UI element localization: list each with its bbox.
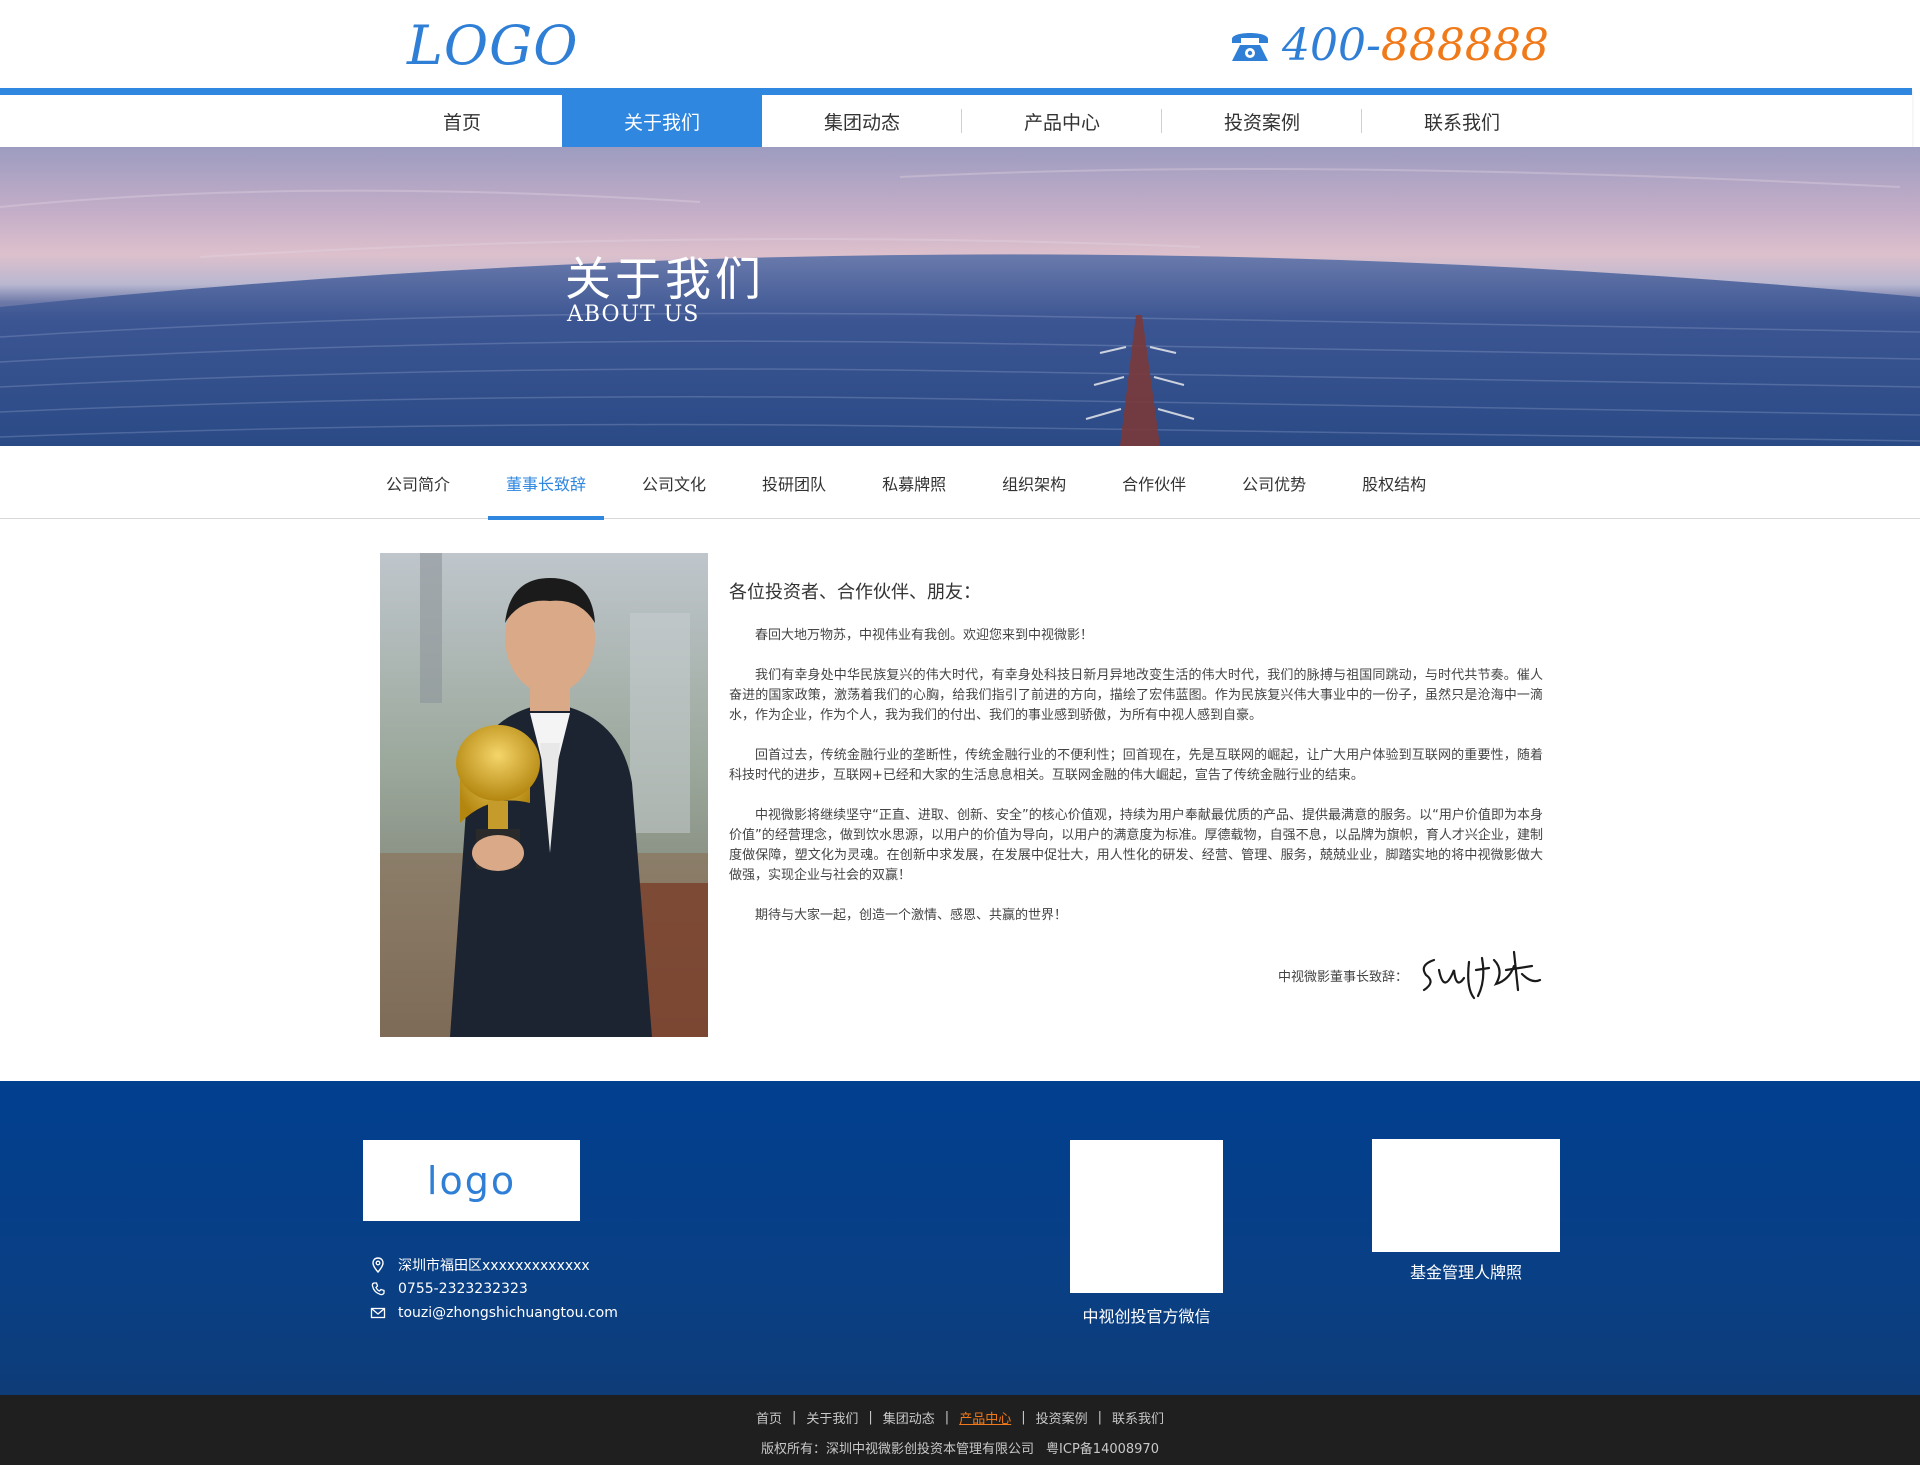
banner-title: 关于我们 [565, 252, 765, 306]
chairman-photo [380, 553, 708, 1037]
bottom-link-cases[interactable]: 投资案例 [1034, 1408, 1090, 1427]
fund-license-image [1372, 1139, 1560, 1252]
hotline-number: 888888 [1380, 20, 1549, 71]
bottom-link-about[interactable]: 关于我们 [804, 1408, 860, 1427]
wechat-qr-label: 中视创投官方微信 [1082, 1307, 1211, 1326]
nav-item-label: 首页 [442, 111, 481, 134]
copyright-text: 版权所有：深圳中视微影创投资本管理有限公司 [761, 1442, 1035, 1457]
tab-label: 投研团队 [762, 474, 827, 494]
link-separator: | [1021, 1410, 1026, 1425]
hotline: 400- 888888 [1226, 20, 1549, 71]
hotline-prefix: 400- [1282, 20, 1381, 71]
tab-equity-structure[interactable]: 股权结构 [1344, 446, 1444, 519]
site-footer: logo 深圳市福田区xxxxxxxxxxxxx 0755-2323232323… [0, 1081, 1920, 1395]
link-separator: | [944, 1410, 950, 1425]
tab-label: 公司文化 [642, 474, 707, 494]
tab-label: 私募牌照 [882, 474, 947, 494]
chairman-signature: 中视微影董事长致辞： [1278, 940, 1544, 1010]
footer-phone-text: 0755-2323232323 [398, 1281, 528, 1297]
bottom-link-home[interactable]: 首页 [754, 1408, 784, 1427]
copyright-line: 版权所有：深圳中视微影创投资本管理有限公司 粤ICP备14008970 [0, 1438, 1920, 1457]
phone-icon [371, 1282, 385, 1296]
message-paragraph: 回首过去，传统金融行业的垄断性，传统金融行业的不便利性；回首现在，先是互联网的崛… [729, 748, 1543, 783]
about-subnav: 公司简介 董事长致辞 公司文化 投研团队 私募牌照 组织架构 合作伙伴 公司优势… [0, 446, 1920, 520]
tab-advantages[interactable]: 公司优势 [1224, 446, 1324, 519]
site-logo[interactable]: LOGO [407, 14, 579, 77]
footer-address: 深圳市福田区xxxxxxxxxxxxx [370, 1253, 618, 1277]
message-paragraph: 中视微影将继续坚守“正直、进取、创新、安全”的核心价值观，持续为用户奉献最优质的… [729, 808, 1543, 883]
nav-item-label: 投资案例 [1223, 111, 1300, 134]
nav-item-news[interactable]: 集团动态 [762, 95, 962, 147]
bottom-link-contact[interactable]: 联系我们 [1110, 1408, 1166, 1427]
bottom-bar: 首页 | 关于我们 | 集团动态 | 产品中心 | 投资案例 | 联系我们 版权… [0, 1395, 1920, 1465]
tab-label: 合作伙伴 [1122, 474, 1187, 494]
mail-icon [370, 1307, 386, 1319]
nav-item-label: 联系我们 [1423, 111, 1500, 134]
main-nav: 首页 关于我们 集团动态 产品中心 投资案例 联系我们 [0, 88, 1912, 147]
link-separator: | [868, 1410, 873, 1425]
message-paragraph: 期待与大家一起，创造一个激情、感恩、共赢的世界！ [755, 908, 1068, 923]
tab-company-profile[interactable]: 公司简介 [368, 446, 468, 519]
footer-phone: 0755-2323232323 [370, 1277, 618, 1301]
tab-company-culture[interactable]: 公司文化 [624, 446, 724, 519]
sea-illustration [0, 168, 1920, 446]
footer-email-text[interactable]: touzi@zhongshichuangtou.com [398, 1305, 618, 1321]
tab-label: 组织架构 [1002, 474, 1067, 494]
tab-label: 公司简介 [386, 474, 451, 494]
footer-contacts: 深圳市福田区xxxxxxxxxxxxx 0755-2323232323 touz… [370, 1253, 618, 1325]
tab-label: 股权结构 [1362, 474, 1427, 494]
nav-item-products[interactable]: 产品中心 [962, 95, 1162, 147]
icp-number: 粤ICP备14008970 [1046, 1442, 1159, 1457]
message-greeting: 各位投资者、合作伙伴、朋友： [729, 582, 981, 603]
tab-org-structure[interactable]: 组织架构 [984, 446, 1084, 519]
handwritten-signature [1422, 950, 1542, 1000]
footer-address-text: 深圳市福田区xxxxxxxxxxxxx [398, 1258, 590, 1274]
message-paragraph: 我们有幸身处中华民族复兴的伟大时代，有幸身处科技日新月异地改变生活的伟大时代，我… [729, 668, 1543, 723]
about-subnav-list: 公司简介 董事长致辞 公司文化 投研团队 私募牌照 组织架构 合作伙伴 公司优势… [368, 446, 1464, 520]
tab-research-team[interactable]: 投研团队 [744, 446, 844, 519]
tab-partners[interactable]: 合作伙伴 [1104, 446, 1204, 519]
signature-label: 中视微影董事长致辞： [1278, 969, 1409, 985]
bottom-link-products[interactable]: 产品中心 [957, 1408, 1013, 1427]
nav-item-cases[interactable]: 投资案例 [1162, 95, 1362, 147]
bottom-links: 首页 | 关于我们 | 集团动态 | 产品中心 | 投资案例 | 联系我们 [0, 1408, 1920, 1427]
main-nav-items: 首页 关于我们 集团动态 产品中心 投资案例 联系我们 [362, 95, 1562, 147]
tab-license[interactable]: 私募牌照 [864, 446, 964, 519]
nav-item-label: 集团动态 [823, 111, 900, 134]
bottom-link-news[interactable]: 集团动态 [881, 1408, 937, 1427]
wechat-qr-code [1070, 1140, 1223, 1293]
hero-banner: 关于我们 ABOUT US [0, 147, 1920, 446]
banner-subtitle: ABOUT US [567, 302, 700, 327]
fund-license-label: 基金管理人牌照 [1409, 1263, 1522, 1282]
site-header: LOGO 400- 888888 [0, 0, 1920, 88]
chairman-message: 各位投资者、合作伙伴、朋友： 春回大地万物苏，中视伟业有我创。欢迎您来到中视微影… [729, 578, 1543, 946]
tab-chairman-message[interactable]: 董事长致辞 [488, 446, 605, 520]
telephone-icon [1232, 32, 1268, 61]
location-pin-icon [372, 1257, 384, 1273]
tab-label: 公司优势 [1242, 474, 1307, 494]
nav-item-label: 产品中心 [1023, 111, 1100, 134]
nav-item-home[interactable]: 首页 [362, 95, 562, 147]
nav-item-label: 关于我们 [623, 111, 700, 134]
footer-email: touzi@zhongshichuangtou.com [370, 1301, 618, 1325]
footer-logo[interactable]: logo [363, 1140, 580, 1221]
message-paragraph: 春回大地万物苏，中视伟业有我创。欢迎您来到中视微影！ [755, 628, 1094, 643]
nav-item-contact[interactable]: 联系我们 [1362, 95, 1562, 147]
tab-label: 董事长致辞 [506, 474, 587, 494]
link-separator: | [791, 1410, 797, 1425]
nav-item-about[interactable]: 关于我们 [562, 95, 762, 147]
link-separator: | [1097, 1410, 1102, 1425]
